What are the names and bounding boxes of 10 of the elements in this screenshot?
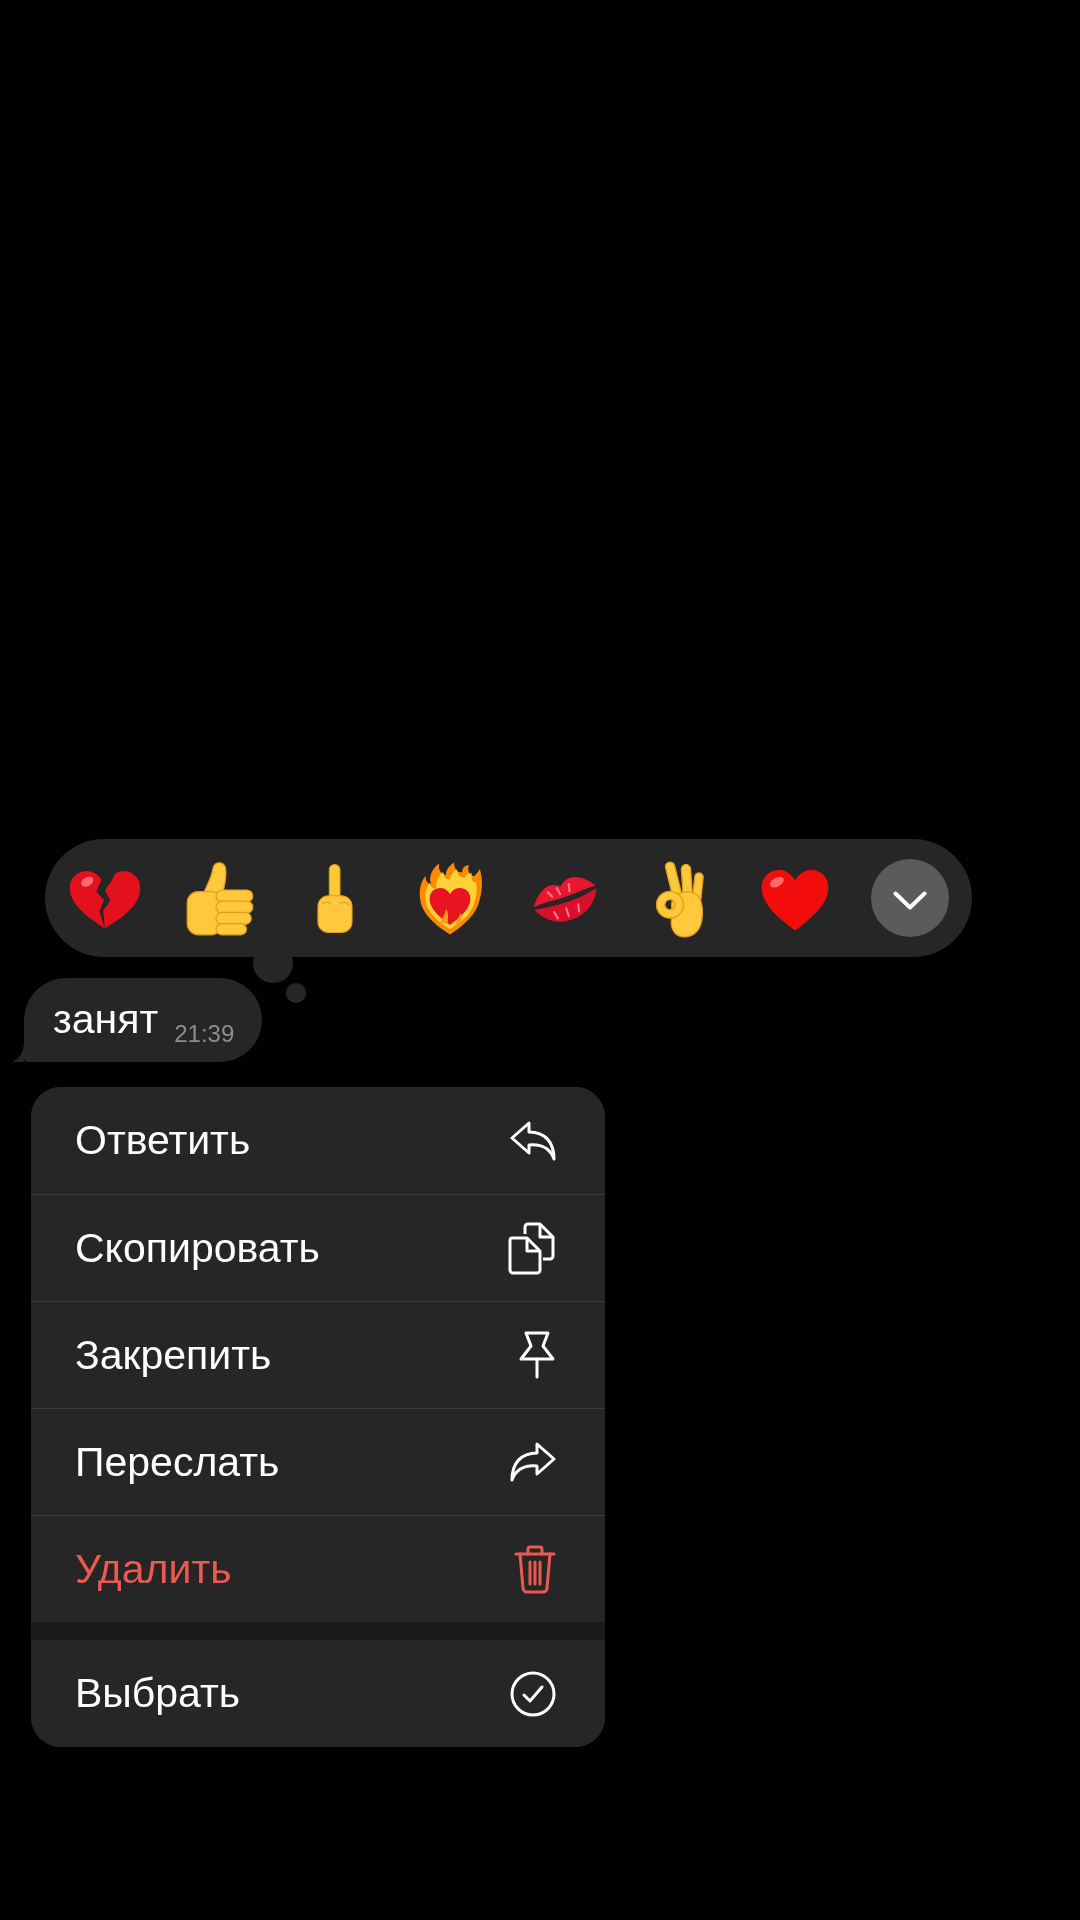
raised-finger-icon[interactable] [315, 862, 355, 934]
reply-arrow-icon [510, 1120, 556, 1161]
trash-icon [514, 1544, 556, 1594]
message-time: 21:39 [174, 1020, 235, 1048]
pin-icon [518, 1331, 556, 1379]
copy-icon [507, 1221, 556, 1275]
chevron-down-icon [893, 890, 927, 910]
check-circle-icon [510, 1670, 556, 1717]
forward-arrow-icon [510, 1442, 556, 1482]
message-text: занят [53, 995, 159, 1043]
